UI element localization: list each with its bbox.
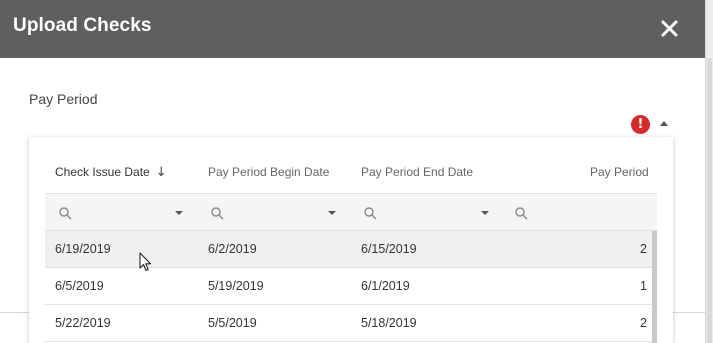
cell-end-date: 6/1/2019: [361, 279, 410, 293]
cell-begin-date: 6/2/2019: [208, 242, 257, 256]
dialog-titlebar: Upload Checks: [0, 0, 705, 58]
dialog-title: Upload Checks: [13, 15, 152, 36]
dropdown-arrow-icon[interactable]: [328, 211, 336, 215]
column-header-label: Check Issue Date: [55, 165, 150, 179]
cell-check-issue-date: 6/19/2019: [55, 242, 111, 256]
error-icon: !: [631, 115, 650, 134]
cell-end-date: 6/15/2019: [361, 242, 417, 256]
close-icon: [661, 20, 678, 37]
filter-pay-period-end-date[interactable]: [351, 194, 503, 231]
dropdown-arrow-icon[interactable]: [481, 211, 489, 215]
cell-check-issue-date: 5/22/2019: [55, 316, 111, 330]
column-header-pay-period[interactable]: Pay Period: [590, 165, 649, 179]
close-button[interactable]: [657, 16, 683, 42]
table-row[interactable]: 6/19/2019 6/2/2019 6/15/2019 2: [45, 231, 657, 268]
cell-pay-period: 1: [640, 279, 647, 293]
cell-pay-period: 2: [640, 316, 647, 330]
filter-pay-period-begin-date[interactable]: [198, 194, 350, 231]
page-scrollbar-thumb[interactable]: [707, 58, 712, 343]
table-row[interactable]: 6/5/2019 5/19/2019 6/1/2019 1: [45, 268, 657, 305]
dropdown-arrow-icon[interactable]: [175, 211, 183, 215]
divider: [673, 312, 705, 313]
cell-begin-date: 5/19/2019: [208, 279, 264, 293]
grid-scrollbar[interactable]: [652, 231, 657, 343]
search-icon: [364, 207, 377, 220]
cell-check-issue-date: 6/5/2019: [55, 279, 104, 293]
filter-row: [45, 193, 657, 231]
filter-check-issue-date[interactable]: [45, 194, 197, 231]
divider: [0, 312, 29, 313]
cell-begin-date: 5/5/2019: [208, 316, 257, 330]
caret-up-icon[interactable]: [660, 121, 668, 126]
search-icon: [515, 207, 528, 220]
cell-pay-period: 2: [640, 242, 647, 256]
search-icon: [211, 207, 224, 220]
column-header-pay-period-begin-date[interactable]: Pay Period Begin Date: [208, 165, 329, 179]
arrow-down-icon: ↓: [155, 165, 167, 180]
filter-pay-period[interactable]: [504, 194, 657, 231]
table-row[interactable]: 5/22/2019 5/5/2019 5/18/2019 2: [45, 305, 657, 342]
page-scrollbar[interactable]: [705, 0, 713, 343]
search-icon: [59, 207, 72, 220]
pay-period-dropdown-panel: Check Issue Date ↓ Pay Period Begin Date …: [29, 137, 673, 343]
column-header-check-issue-date[interactable]: Check Issue Date ↓: [55, 165, 167, 180]
pay-period-label: Pay Period: [29, 91, 98, 107]
grid-scrollbar-thumb[interactable]: [652, 231, 657, 343]
column-header-pay-period-end-date[interactable]: Pay Period End Date: [361, 165, 473, 179]
cell-end-date: 5/18/2019: [361, 316, 417, 330]
